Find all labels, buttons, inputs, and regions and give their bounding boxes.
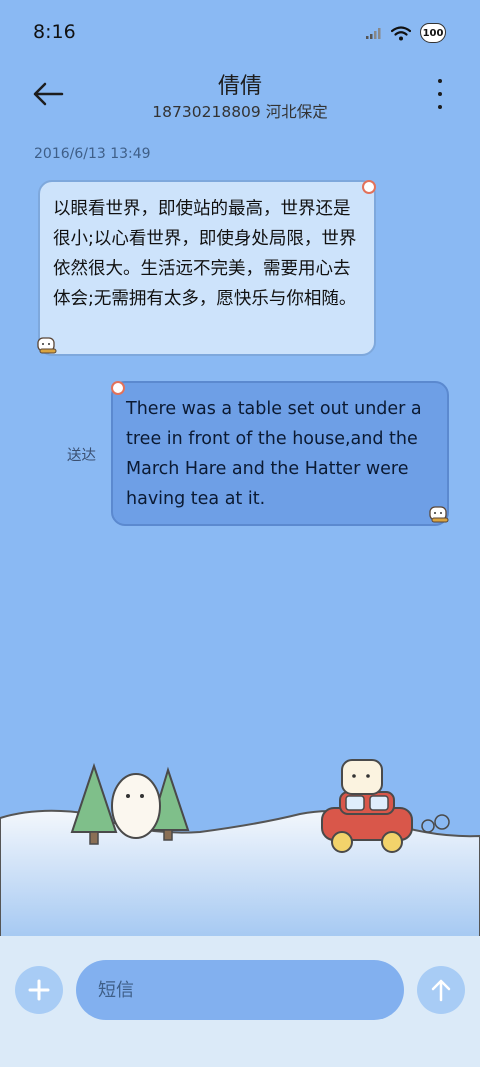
flower-sticker-icon <box>111 381 125 395</box>
bear-sticker-icon <box>429 506 449 523</box>
delivery-status: 送达 <box>67 448 96 464</box>
arrow-up-icon <box>431 979 451 1002</box>
status-time: 8:16 <box>33 21 76 43</box>
message-timestamp: 2016/6/13 13:49 <box>34 146 151 162</box>
snow-scenery-illustration <box>0 759 480 940</box>
plus-icon <box>28 979 50 1001</box>
battery-level: 100 <box>422 27 444 39</box>
message-text: There was a table set out under a tree i… <box>126 399 422 509</box>
battery-icon: 100 <box>420 23 446 43</box>
status-bar: 8:16 100 <box>0 0 480 64</box>
wifi-icon <box>391 25 411 40</box>
more-vert-icon <box>438 79 442 83</box>
status-icons: 100 <box>366 23 446 43</box>
incoming-message-bubble[interactable]: 以眼看世界，即使站的最高，世界还是很小;以心看世界，即使身处局限，世界依然很大。… <box>38 180 376 356</box>
message-text: 以眼看世界，即使站的最高，世界还是很小;以心看世界，即使身处局限，世界依然很大。… <box>53 199 357 309</box>
signal-icon <box>366 28 381 39</box>
outgoing-message-bubble[interactable]: There was a table set out under a tree i… <box>111 381 449 526</box>
contact-name: 倩倩 <box>217 74 262 99</box>
add-attachment-button[interactable] <box>15 966 63 1014</box>
contact-subtitle: 18730218809 河北保定 <box>152 103 328 121</box>
message-input[interactable] <box>76 960 404 1020</box>
bear-sticker-icon <box>37 337 57 354</box>
send-button[interactable] <box>417 966 465 1014</box>
flower-sticker-icon <box>362 180 376 194</box>
more-options-button[interactable] <box>430 79 450 109</box>
messages-screen: 8:16 100 倩倩 18730218809 河北保定 2016/6/13 1… <box>0 0 480 1067</box>
